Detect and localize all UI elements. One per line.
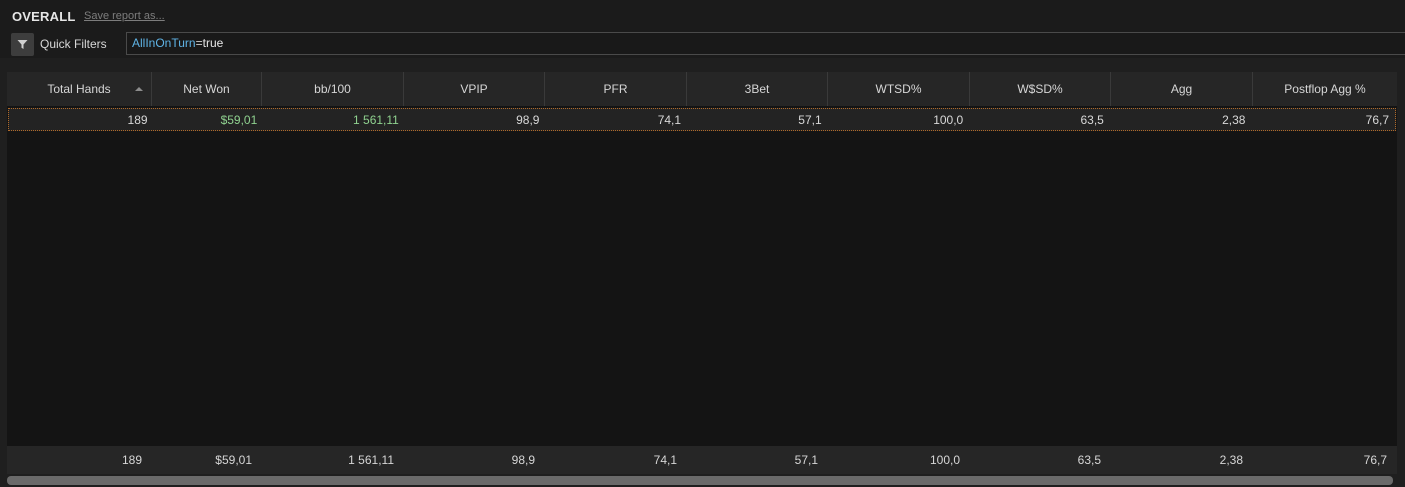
column-header-label: Net Won [183, 82, 230, 96]
column-header-pfr[interactable]: PFR [545, 72, 687, 106]
column-header-label: VPIP [460, 82, 488, 96]
cell-bb100: 1 561,11 [353, 112, 399, 127]
horizontal-scrollbar[interactable] [7, 476, 1397, 485]
total-wsd: 63,5 [1077, 453, 1101, 467]
column-header-label: Agg [1170, 82, 1193, 96]
filter-operator: = [195, 36, 203, 50]
total-wtsd: 100,0 [929, 453, 960, 467]
cell-agg: 2,38 [1222, 112, 1246, 127]
column-header-net-won[interactable]: Net Won [152, 72, 262, 106]
column-header-label: W$SD% [1017, 82, 1063, 96]
column-header-label: Total Hands [47, 82, 111, 96]
column-header-label: 3Bet [744, 82, 770, 96]
column-header-label: PFR [603, 82, 628, 96]
cell-wsd: 63,5 [1080, 112, 1104, 127]
cell-net-won: $59,01 [220, 112, 258, 127]
column-header-wtsd[interactable]: WTSD% [828, 72, 970, 106]
cell-pfr: 74,1 [657, 112, 682, 127]
total-3bet: 57,1 [794, 453, 818, 467]
sort-ascending-icon [135, 87, 143, 91]
total-net-won: $59,01 [215, 453, 252, 467]
total-pfr: 74,1 [653, 453, 677, 467]
report-title: OVERALL [12, 9, 76, 24]
cell-wtsd: 100,0 [933, 112, 964, 127]
stats-grid: Total Hands Net Won bb/100 VPIP PFR 3Bet… [7, 72, 1397, 474]
column-header-bb100[interactable]: bb/100 [262, 72, 404, 106]
save-report-link[interactable]: Save report as... [84, 10, 165, 22]
filter-button[interactable] [11, 33, 34, 56]
filter-key: AllInOnTurn [132, 36, 196, 50]
column-header-label: Postflop Agg % [1284, 82, 1366, 96]
column-header-total-hands[interactable]: Total Hands [7, 72, 152, 106]
total-postflop-agg: 76,7 [1363, 453, 1387, 467]
quick-filters-bar: Quick Filters AllInOnTurn=true [0, 30, 1405, 58]
report-header: OVERALL Save report as... [0, 0, 1405, 30]
scrollbar-thumb[interactable] [7, 476, 1393, 485]
column-header-agg[interactable]: Agg [1111, 72, 1253, 106]
quick-filter-input[interactable]: AllInOnTurn=true [126, 32, 1405, 55]
cell-postflop-agg: 76,7 [1365, 112, 1389, 127]
column-header-postflop-agg[interactable]: Postflop Agg % [1253, 72, 1397, 106]
column-header-3bet[interactable]: 3Bet [687, 72, 828, 106]
filter-funnel-icon [17, 40, 28, 49]
filter-value: true [202, 36, 224, 50]
column-header-wsd[interactable]: W$SD% [970, 72, 1111, 106]
totals-row: 189 $59,01 1 561,11 98,9 74,1 57,1 100,0… [7, 446, 1397, 474]
column-header-label: WTSD% [875, 82, 922, 96]
column-header-label: bb/100 [314, 82, 351, 96]
quick-filters-label: Quick Filters [40, 37, 107, 51]
grid-header: Total Hands Net Won bb/100 VPIP PFR 3Bet… [7, 72, 1397, 106]
total-bb100: 1 561,11 [348, 453, 394, 467]
cell-total-hands: 189 [127, 112, 148, 127]
table-row[interactable]: 189 $59,01 1 561,11 98,9 74,1 57,1 100,0… [8, 108, 1396, 131]
cell-3bet: 57,1 [798, 112, 822, 127]
column-header-vpip[interactable]: VPIP [404, 72, 545, 106]
cell-vpip: 98,9 [516, 112, 540, 127]
total-total-hands: 189 [121, 453, 142, 467]
total-agg: 2,38 [1219, 453, 1243, 467]
total-vpip: 98,9 [511, 453, 535, 467]
